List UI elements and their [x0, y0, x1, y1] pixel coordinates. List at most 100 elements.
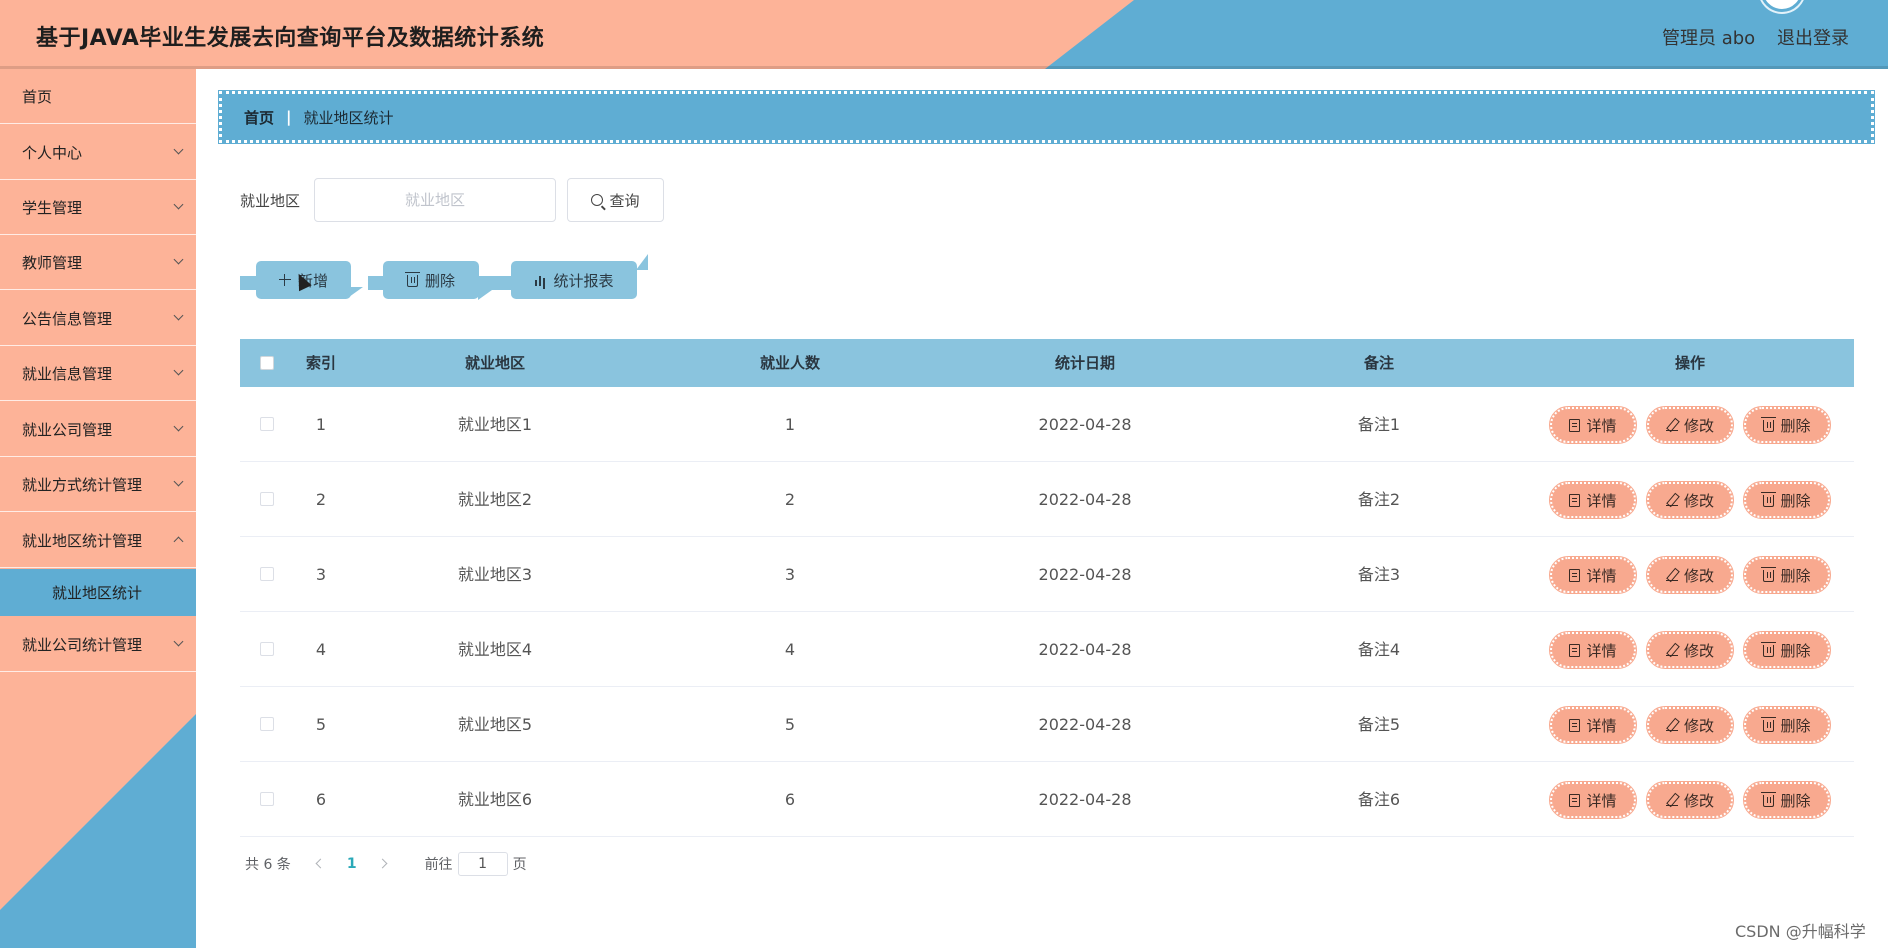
sidebar-subitem-region-statistics[interactable]: 就业地区统计: [0, 569, 196, 616]
delete-label: 删除: [1780, 641, 1811, 660]
ribbon-decor: [349, 287, 363, 297]
document-icon: [1569, 493, 1581, 507]
cell-count: 6: [784, 790, 796, 809]
row-checkbox[interactable]: [260, 642, 274, 656]
edit-label: 修改: [1683, 641, 1714, 660]
ribbon-decor: [478, 276, 514, 290]
table-row: 3 就业地区3 3 2022-04-28 备注3 详情 修改 删除: [240, 537, 1854, 612]
cell-index: 1: [315, 415, 327, 434]
sidebar: 首页 个人中心 学生管理 教师管理 公告信息管理 就业信息管理 就业公司管理 就…: [0, 69, 196, 948]
cell-index: 6: [315, 790, 327, 809]
delete-button[interactable]: 删除: [1743, 556, 1831, 594]
cell-count: 1: [784, 415, 796, 434]
sidebar-item-employment-info-management[interactable]: 就业信息管理: [0, 346, 196, 401]
cell-region: 就业地区1: [457, 415, 533, 434]
breadcrumb-home[interactable]: 首页: [244, 107, 274, 128]
edit-label: 修改: [1683, 716, 1714, 735]
document-icon: [1569, 568, 1581, 582]
chevron-down-icon: [173, 365, 184, 376]
sidebar-item-announcement-management[interactable]: 公告信息管理: [0, 291, 196, 346]
trash-icon: [1761, 717, 1777, 732]
edit-button[interactable]: 修改: [1646, 556, 1734, 594]
edit-button[interactable]: 修改: [1646, 406, 1734, 444]
edit-icon: [1665, 494, 1678, 506]
cell-index: 2: [315, 490, 327, 509]
sidebar-item-home[interactable]: 首页: [0, 69, 196, 124]
search-input[interactable]: [314, 178, 556, 222]
row-checkbox[interactable]: [260, 717, 274, 731]
sidebar-item-personal-center[interactable]: 个人中心: [0, 125, 196, 180]
logout-link[interactable]: 退出登录: [1777, 24, 1849, 50]
delete-label: 删除: [1780, 716, 1811, 735]
cell-region: 就业地区5: [457, 715, 533, 734]
site-title: 基于JAVA毕业生发展去向查询平台及数据统计系统: [36, 26, 545, 51]
row-checkbox[interactable]: [260, 792, 274, 806]
sidebar-item-method-statistics[interactable]: 就业方式统计管理: [0, 457, 196, 512]
sidebar-item-company-management[interactable]: 就业公司管理: [0, 402, 196, 457]
detail-button[interactable]: 详情: [1549, 406, 1637, 444]
breadcrumb: 首页 | 就业地区统计: [218, 90, 1875, 144]
chevron-up-icon: [173, 536, 184, 547]
detail-button[interactable]: 详情: [1549, 631, 1637, 669]
detail-button[interactable]: 详情: [1549, 556, 1637, 594]
edit-button[interactable]: 修改: [1646, 481, 1734, 519]
delete-button[interactable]: 删除: [1743, 631, 1831, 669]
edit-label: 修改: [1683, 791, 1714, 810]
document-icon: [1569, 418, 1581, 432]
chevron-right-icon[interactable]: [379, 858, 391, 870]
edit-button[interactable]: 修改: [1646, 631, 1734, 669]
detail-button[interactable]: 详情: [1549, 781, 1637, 819]
column-header: 备注: [1363, 354, 1395, 372]
delete-label: 删除: [1780, 491, 1811, 510]
detail-label: 详情: [1586, 716, 1617, 735]
breadcrumb-current: 就业地区统计: [303, 108, 394, 127]
chevron-down-icon: [173, 421, 184, 432]
cell-note: 备注4: [1357, 640, 1401, 659]
pagination: 共 6 条 1 前往 页: [245, 852, 527, 876]
row-checkbox[interactable]: [260, 567, 274, 581]
sidebar-item-label: 就业地区统计管理: [22, 531, 143, 550]
cell-index: 5: [315, 715, 327, 734]
edit-icon: [1665, 419, 1678, 431]
sidebar-item-label: 个人中心: [22, 143, 83, 162]
pagination-page-suffix: 页: [512, 857, 527, 873]
chevron-left-icon[interactable]: [313, 858, 325, 870]
delete-button[interactable]: 删除: [1743, 781, 1831, 819]
cell-date: 2022-04-28: [1038, 415, 1132, 434]
detail-button[interactable]: 详情: [1549, 706, 1637, 744]
column-header: 就业人数: [759, 354, 821, 372]
row-checkbox[interactable]: [260, 492, 274, 506]
batch-delete-button[interactable]: 删除: [383, 261, 479, 299]
edit-button[interactable]: 修改: [1646, 706, 1734, 744]
search-button[interactable]: 查询: [567, 178, 664, 222]
detail-label: 详情: [1586, 791, 1617, 810]
page-jump-input[interactable]: [457, 852, 508, 876]
detail-label: 详情: [1586, 416, 1617, 435]
batch-delete-label: 删除: [424, 271, 455, 290]
sidebar-item-region-statistics[interactable]: 就业地区统计管理: [0, 513, 196, 568]
delete-button[interactable]: 删除: [1743, 481, 1831, 519]
cell-count: 4: [784, 640, 796, 659]
sidebar-item-label: 教师管理: [22, 253, 83, 272]
cell-region: 就业地区2: [457, 490, 533, 509]
sidebar-item-student-management[interactable]: 学生管理: [0, 180, 196, 235]
trash-icon: [1761, 417, 1777, 432]
sidebar-item-company-statistics[interactable]: 就业公司统计管理: [0, 617, 196, 672]
ribbon-decor: [636, 254, 648, 270]
sidebar-item-teacher-management[interactable]: 教师管理: [0, 235, 196, 290]
detail-button[interactable]: 详情: [1549, 481, 1637, 519]
delete-button[interactable]: 删除: [1743, 706, 1831, 744]
row-checkbox[interactable]: [260, 417, 274, 431]
edit-button[interactable]: 修改: [1646, 781, 1734, 819]
cell-index: 4: [315, 640, 327, 659]
detail-label: 详情: [1586, 491, 1617, 510]
statistics-report-button[interactable]: 统计报表: [511, 261, 637, 299]
avatar[interactable]: [1760, 0, 1804, 12]
delete-label: 删除: [1780, 791, 1811, 810]
select-all-checkbox[interactable]: [260, 356, 274, 370]
breadcrumb-separator: |: [286, 108, 292, 126]
delete-button[interactable]: 删除: [1743, 406, 1831, 444]
column-header: 统计日期: [1054, 354, 1116, 372]
pagination-page[interactable]: 1: [347, 856, 357, 872]
ribbon-decor: [478, 290, 492, 300]
